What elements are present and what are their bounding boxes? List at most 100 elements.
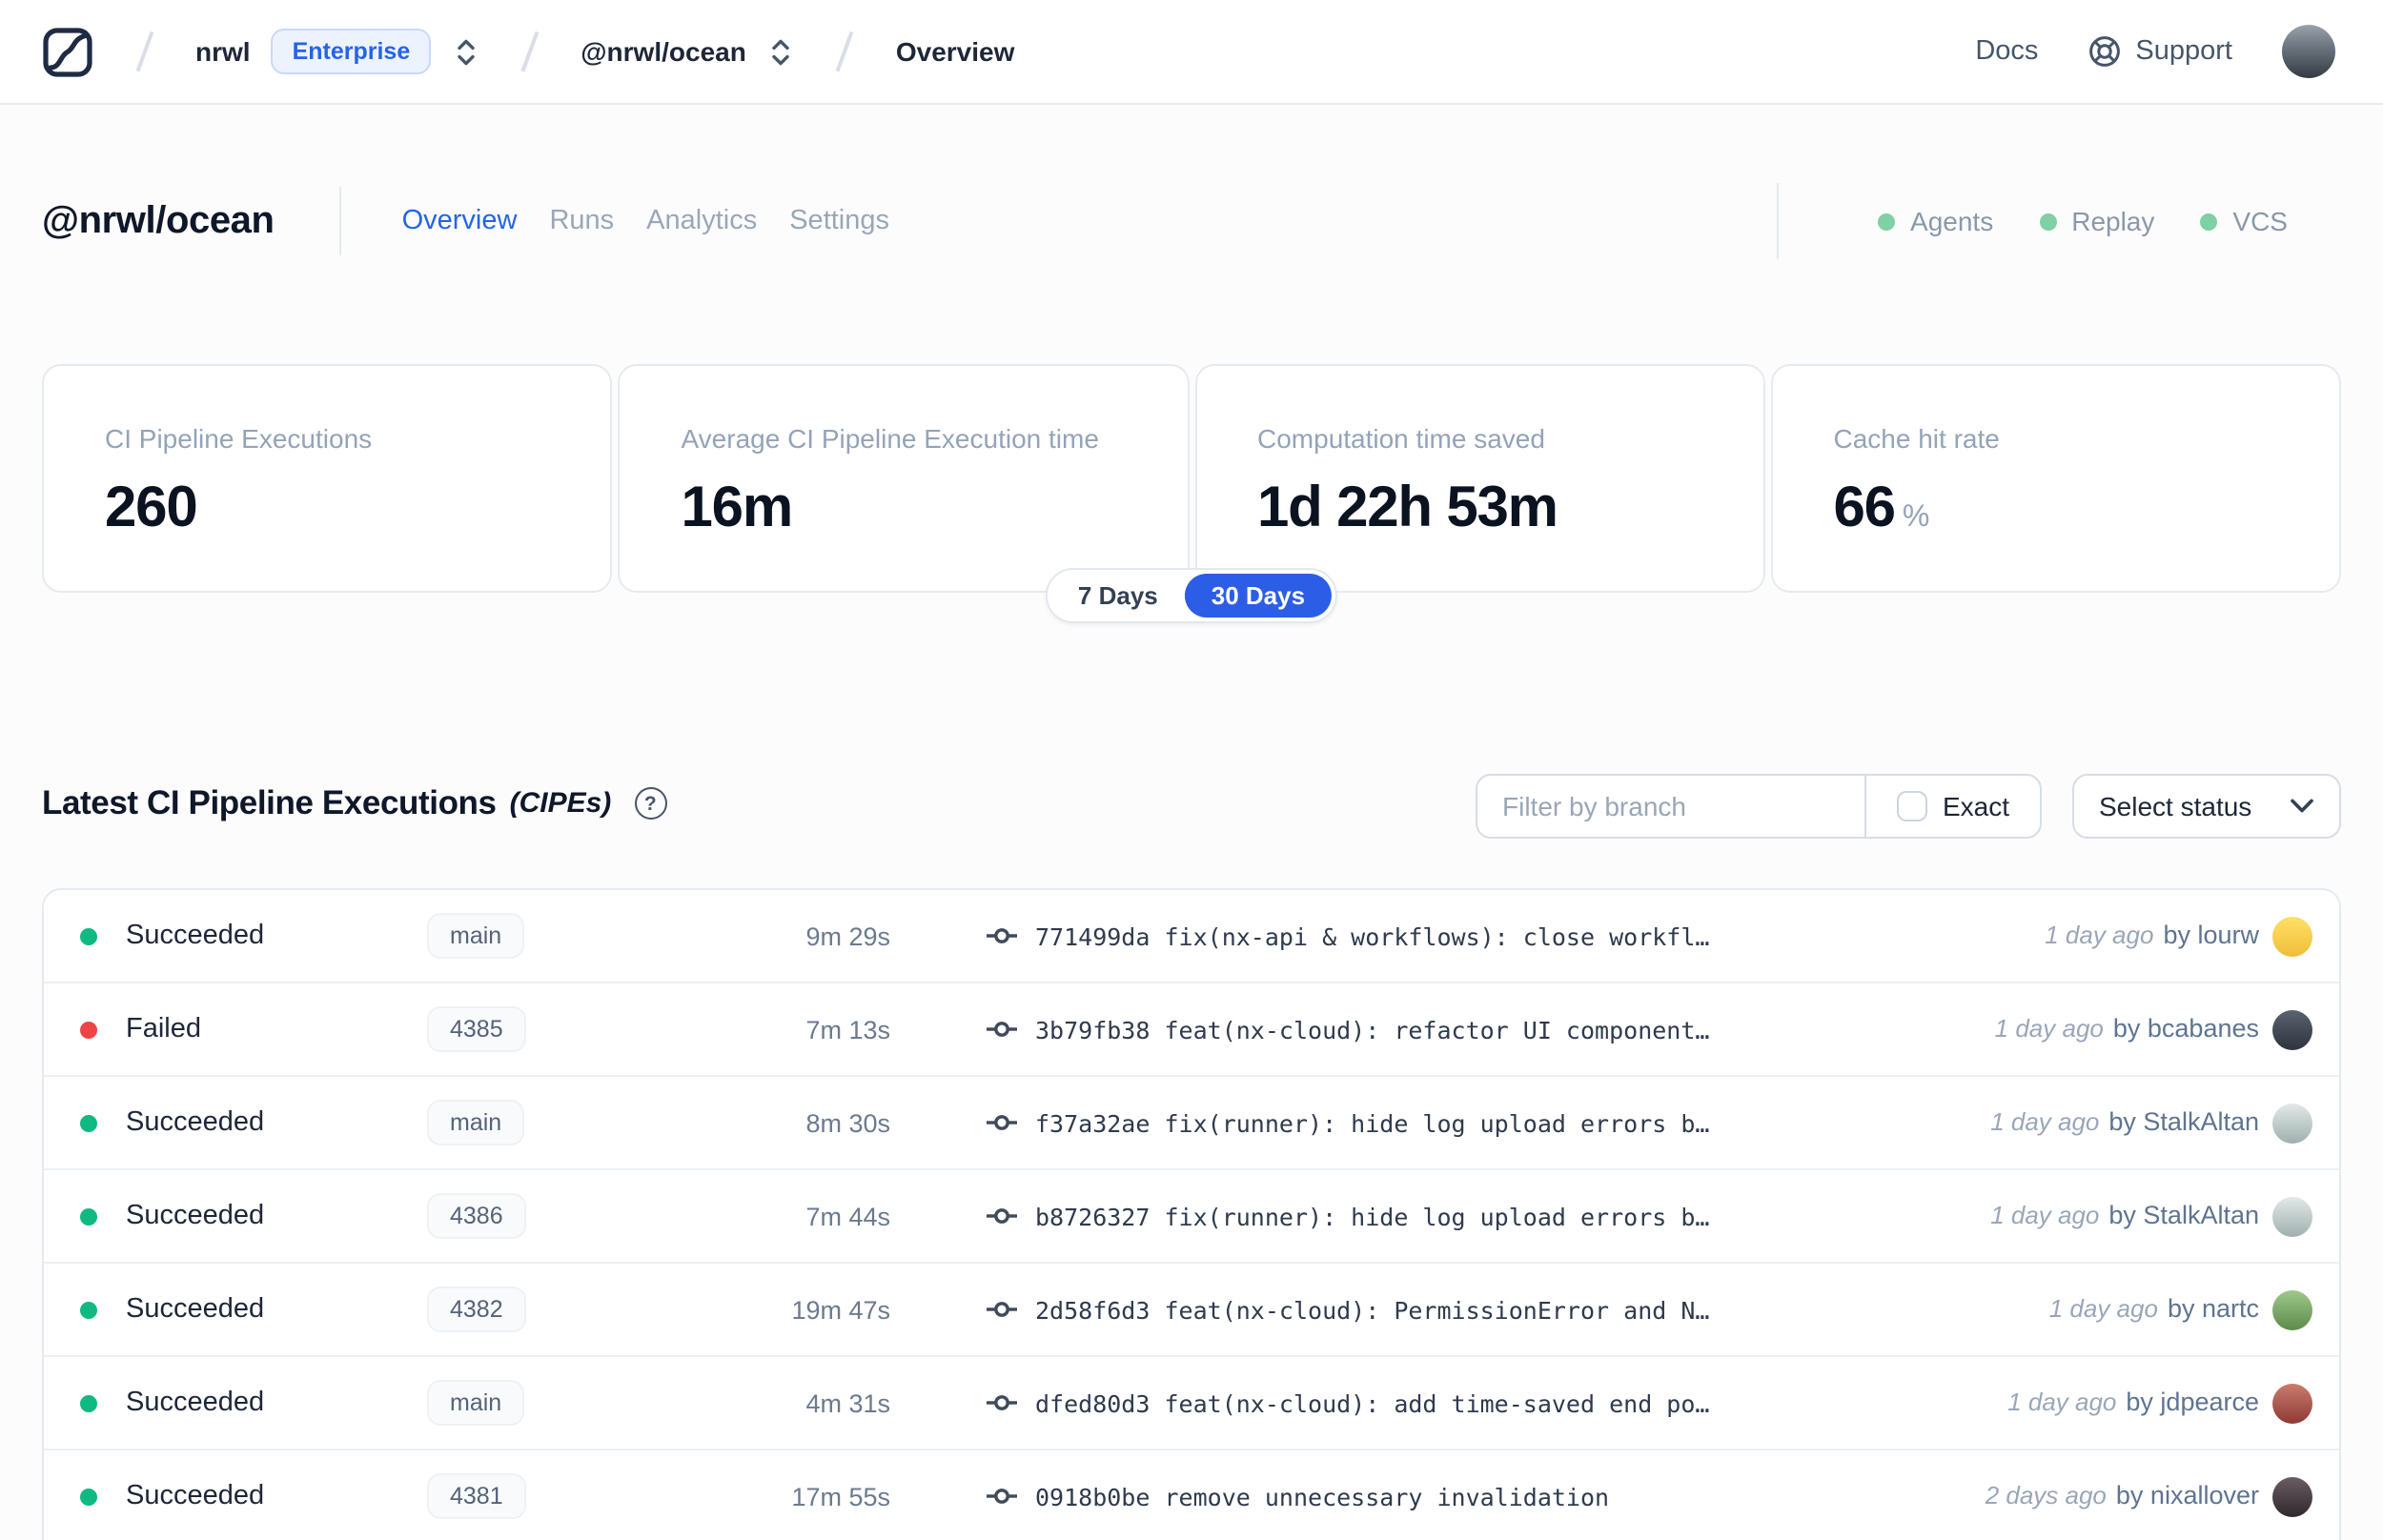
date-range-toggle: 7 Days 30 Days bbox=[1045, 568, 1338, 623]
run-status-label: Succeeded bbox=[126, 1294, 265, 1325]
stat-card-cache-hit-rate: Cache hit rate 66% bbox=[1770, 364, 2341, 593]
divider bbox=[1777, 183, 1780, 259]
commit-text[interactable]: 0918b0be remove unnecessary invalidation bbox=[1035, 1482, 1609, 1510]
run-status-dot-icon bbox=[80, 1207, 97, 1225]
commit-hash: 2d58f6d3 bbox=[1035, 1295, 1151, 1324]
org-switcher-chevron-icon[interactable] bbox=[454, 35, 479, 68]
run-status-dot-icon bbox=[80, 1394, 97, 1411]
stats-row: CI Pipeline Executions 260 Average CI Pi… bbox=[42, 364, 2341, 593]
time-ago: 1 day ago bbox=[1994, 1014, 2104, 1043]
breadcrumb-page: Overview bbox=[895, 36, 1015, 67]
run-duration: 9m 29s bbox=[805, 922, 890, 950]
branch-badge[interactable]: main bbox=[427, 1100, 525, 1145]
commit-text[interactable]: f37a32ae fix(runner): hide log upload er… bbox=[1035, 1108, 1709, 1137]
table-row[interactable]: Succeeded main 4m 31s dfed80d3 feat(nx-c… bbox=[44, 1357, 2339, 1450]
git-commit-icon bbox=[986, 921, 1018, 951]
help-icon[interactable]: ? bbox=[634, 787, 667, 820]
service-status-group: Agents Replay VCS bbox=[1777, 183, 2341, 259]
tab-settings[interactable]: Settings bbox=[789, 206, 889, 236]
run-meta: 2 days ago by nixallover bbox=[1986, 1479, 2259, 1513]
nx-cloud-logo-icon[interactable] bbox=[42, 26, 93, 77]
author: by jdpearce bbox=[2126, 1388, 2259, 1416]
table-row[interactable]: Succeeded 4386 7m 44s b8726327 fix(runne… bbox=[44, 1170, 2339, 1264]
cipe-table: Succeeded main 9m 29s 771499da fix(nx-ap… bbox=[42, 888, 2341, 1540]
lifebuoy-icon bbox=[2088, 34, 2122, 69]
table-row[interactable]: Succeeded 4382 19m 47s 2d58f6d3 feat(nx-… bbox=[44, 1264, 2339, 1357]
branch-badge[interactable]: 4382 bbox=[427, 1287, 526, 1332]
tab-analytics[interactable]: Analytics bbox=[646, 206, 757, 236]
commit-text[interactable]: 771499da fix(nx-api & workflows): close … bbox=[1035, 922, 1709, 950]
table-row[interactable]: Succeeded main 8m 30s f37a32ae fix(runne… bbox=[44, 1077, 2339, 1170]
author: by StalkAltan bbox=[2108, 1201, 2259, 1229]
exact-checkbox[interactable] bbox=[1896, 791, 1927, 821]
time-ago: 2 days ago bbox=[1985, 1481, 2107, 1510]
commit-text[interactable]: b8726327 fix(runner): hide log upload er… bbox=[1035, 1202, 1709, 1230]
git-commit-icon bbox=[986, 1294, 1018, 1325]
status-select-dropdown[interactable]: Select status bbox=[2072, 774, 2341, 839]
run-meta: 1 day ago by bcabanes bbox=[1995, 1012, 2259, 1046]
time-ago: 1 day ago bbox=[1990, 1107, 2100, 1136]
git-commit-icon bbox=[986, 1014, 1018, 1044]
branch-cell: 4385 bbox=[427, 1006, 713, 1052]
breadcrumb: nrwl Enterprise @nrwl/ocean Overview bbox=[42, 26, 1014, 77]
branch-cell: 4386 bbox=[427, 1193, 713, 1239]
author-avatar bbox=[2272, 1009, 2312, 1049]
run-status-label: Succeeded bbox=[126, 921, 265, 951]
divider bbox=[338, 187, 341, 255]
run-meta: 1 day ago by StalkAltan bbox=[1990, 1105, 2259, 1140]
commit-message: remove unnecessary invalidation bbox=[1164, 1482, 1610, 1510]
branch-filter-input[interactable] bbox=[1477, 776, 1864, 837]
docs-link[interactable]: Docs bbox=[1975, 36, 2038, 67]
run-status-dot-icon bbox=[80, 1021, 97, 1038]
table-row[interactable]: Succeeded main 9m 29s 771499da fix(nx-ap… bbox=[44, 890, 2339, 983]
tab-overview[interactable]: Overview bbox=[402, 206, 518, 236]
stat-label: CI Pipeline Executions bbox=[105, 423, 373, 454]
branch-cell: 4382 bbox=[427, 1287, 713, 1332]
time-ago: 1 day ago bbox=[2045, 921, 2154, 949]
git-commit-icon bbox=[986, 1481, 1018, 1511]
git-commit-icon bbox=[986, 1201, 1018, 1231]
stat-value: 16m bbox=[681, 476, 794, 539]
branch-badge[interactable]: 4381 bbox=[427, 1473, 526, 1519]
time-ago: 1 day ago bbox=[1990, 1201, 2100, 1229]
branch-badge[interactable]: 4385 bbox=[427, 1006, 526, 1052]
commit-hash: 771499da bbox=[1035, 922, 1151, 950]
commit-text[interactable]: 2d58f6d3 feat(nx-cloud): PermissionError… bbox=[1035, 1295, 1709, 1324]
breadcrumb-separator bbox=[520, 30, 539, 72]
branch-badge[interactable]: main bbox=[427, 913, 525, 959]
tab-runs[interactable]: Runs bbox=[549, 206, 614, 236]
user-avatar[interactable] bbox=[2282, 25, 2335, 78]
author: by nixallover bbox=[2115, 1481, 2259, 1510]
chevron-down-icon bbox=[2290, 799, 2314, 814]
commit-text[interactable]: 3b79fb38 feat(nx-cloud): refactor UI com… bbox=[1035, 1015, 1709, 1044]
run-duration: 19m 47s bbox=[791, 1295, 890, 1324]
author-avatar bbox=[2272, 916, 2312, 956]
stat-label: Average CI Pipeline Execution time bbox=[681, 423, 1099, 454]
workspace-switcher-chevron-icon[interactable] bbox=[769, 35, 794, 68]
exact-label: Exact bbox=[1942, 791, 2009, 821]
author: by StalkAltan bbox=[2108, 1107, 2259, 1136]
branch-badge[interactable]: 4386 bbox=[427, 1193, 526, 1239]
exact-toggle[interactable]: Exact bbox=[1864, 776, 2040, 837]
breadcrumb-org[interactable]: nrwl bbox=[195, 36, 251, 67]
time-ago: 1 day ago bbox=[2007, 1388, 2117, 1416]
author-avatar bbox=[2272, 1476, 2312, 1516]
table-row[interactable]: Failed 4385 7m 13s 3b79fb38 feat(nx-clou… bbox=[44, 983, 2339, 1077]
run-duration: 8m 30s bbox=[805, 1108, 890, 1137]
enterprise-badge[interactable]: Enterprise bbox=[271, 29, 432, 74]
run-status-dot-icon bbox=[80, 1488, 97, 1505]
app-viewport: nrwl Enterprise @nrwl/ocean Overview Doc… bbox=[0, 0, 2383, 1540]
branch-badge[interactable]: main bbox=[427, 1380, 525, 1426]
table-row[interactable]: Succeeded 4381 17m 55s 0918b0be remove u… bbox=[44, 1450, 2339, 1540]
run-duration: 4m 31s bbox=[805, 1388, 890, 1417]
commit-text[interactable]: dfed80d3 feat(nx-cloud): add time-saved … bbox=[1035, 1388, 1709, 1417]
commit-hash: 0918b0be bbox=[1035, 1482, 1151, 1510]
commit-message: fix(runner): hide log upload errors b… bbox=[1164, 1202, 1710, 1230]
breadcrumb-workspace[interactable]: @nrwl/ocean bbox=[580, 36, 746, 67]
support-link[interactable]: Support bbox=[2088, 34, 2232, 69]
range-7-days[interactable]: 7 Days bbox=[1051, 574, 1185, 618]
branch-filter-group: Exact bbox=[1476, 774, 2042, 839]
run-duration: 7m 44s bbox=[805, 1202, 890, 1230]
cipe-title: Latest CI Pipeline Executions bbox=[42, 783, 497, 821]
range-30-days[interactable]: 30 Days bbox=[1184, 574, 1333, 618]
